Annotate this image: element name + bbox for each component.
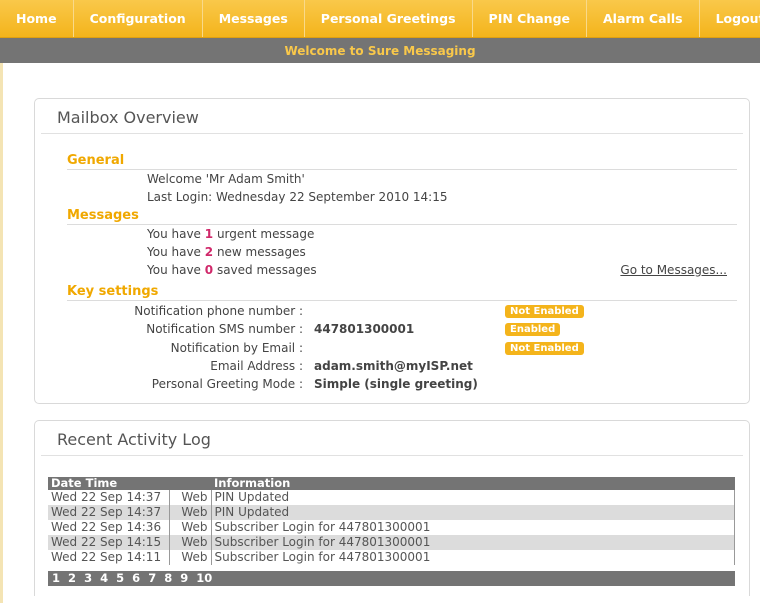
- page-link[interactable]: 8: [160, 571, 172, 585]
- page-link[interactable]: 4: [96, 571, 108, 585]
- new-count: 2: [204, 245, 214, 259]
- column-information: Information: [211, 477, 735, 490]
- ks-label: Notification SMS number :: [146, 322, 303, 336]
- new-messages-line: You have 2 new messages: [147, 245, 306, 259]
- general-heading: General: [67, 153, 737, 170]
- table-row: Wed 22 Sep 14:37 Web PIN Updated: [48, 505, 735, 520]
- new-suffix: new messages: [213, 245, 306, 259]
- page-link[interactable]: 9: [176, 571, 188, 585]
- pagination: 1 2 3 4 5 6 7 8 9 10: [48, 571, 735, 586]
- ks-label: Email Address :: [210, 359, 303, 373]
- row-info: PIN Updated: [211, 505, 735, 520]
- column-date-time: Date Time: [48, 477, 169, 490]
- urgent-messages-line: You have 1 urgent message: [147, 227, 314, 241]
- table-header-row: Date Time Information: [48, 477, 735, 490]
- nav-alarm-calls[interactable]: Alarm Calls: [587, 0, 700, 37]
- ks-label: Notification phone number :: [134, 304, 303, 318]
- nav-personal-greetings[interactable]: Personal Greetings: [305, 0, 473, 37]
- key-setting-row: Notification by Email : Not Enabled: [35, 341, 735, 358]
- key-setting-row: Email Address : adam.smith@myISP.net: [35, 359, 735, 376]
- saved-prefix: You have: [147, 263, 205, 277]
- row-info: PIN Updated: [211, 490, 735, 505]
- top-navigation: Home Configuration Messages Personal Gre…: [0, 0, 760, 38]
- column-source: [169, 477, 211, 490]
- table-row: Wed 22 Sep 14:15 Web Subscriber Login fo…: [48, 535, 735, 550]
- page-link[interactable]: 6: [128, 571, 140, 585]
- status-badge: Not Enabled: [505, 305, 584, 318]
- ks-value: Simple (single greeting): [314, 377, 478, 391]
- row-time: Wed 22 Sep 14:37: [48, 490, 170, 505]
- nav-configuration[interactable]: Configuration: [74, 0, 203, 37]
- ks-value: adam.smith@myISP.net: [314, 359, 473, 373]
- page-link[interactable]: 3: [80, 571, 92, 585]
- nav-pin-change[interactable]: PIN Change: [473, 0, 587, 37]
- ks-label: Notification by Email :: [170, 341, 303, 355]
- row-source: Web: [169, 550, 212, 565]
- row-info: Subscriber Login for 447801300001: [211, 550, 735, 565]
- row-source: Web: [169, 535, 212, 550]
- nav-logout[interactable]: Logout: [700, 0, 760, 37]
- nav-messages[interactable]: Messages: [203, 0, 305, 37]
- key-setting-row: Personal Greeting Mode : Simple (single …: [35, 377, 735, 394]
- table-row: Wed 22 Sep 14:36 Web Subscriber Login fo…: [48, 520, 735, 535]
- row-source: Web: [169, 505, 212, 520]
- table-row: Wed 22 Sep 14:11 Web Subscriber Login fo…: [48, 550, 735, 565]
- activity-log-table: Date Time Information Wed 22 Sep 14:37 W…: [48, 477, 735, 565]
- table-row: Wed 22 Sep 14:37 Web PIN Updated: [48, 490, 735, 505]
- row-source: Web: [169, 490, 212, 505]
- key-settings-heading: Key settings: [67, 284, 737, 301]
- ks-label: Personal Greeting Mode :: [151, 377, 303, 391]
- messages-heading: Messages: [67, 208, 737, 225]
- go-to-messages-link[interactable]: Go to Messages...: [620, 263, 727, 277]
- status-badge: Enabled: [505, 323, 561, 336]
- urgent-count: 1: [204, 227, 214, 241]
- status-badge: Not Enabled: [505, 342, 584, 355]
- page-link[interactable]: 2: [64, 571, 76, 585]
- mailbox-overview-panel: Mailbox Overview General Welcome 'Mr Ada…: [34, 98, 750, 404]
- row-info: Subscriber Login for 447801300001: [211, 520, 735, 535]
- row-source: Web: [169, 520, 212, 535]
- page-link[interactable]: 10: [192, 571, 212, 585]
- welcome-banner: Welcome to Sure Messaging: [0, 38, 760, 63]
- key-setting-row: Notification phone number : Not Enabled: [35, 304, 735, 321]
- page-link[interactable]: 7: [144, 571, 156, 585]
- welcome-text: Welcome 'Mr Adam Smith': [147, 172, 305, 186]
- ks-value: 447801300001: [314, 322, 415, 336]
- row-info: Subscriber Login for 447801300001: [211, 535, 735, 550]
- saved-messages-line: You have 0 saved messages: [147, 263, 317, 277]
- row-time: Wed 22 Sep 14:15: [48, 535, 170, 550]
- main-content: Mailbox Overview General Welcome 'Mr Ada…: [0, 63, 760, 603]
- page-link[interactable]: 5: [112, 571, 124, 585]
- new-prefix: You have: [147, 245, 205, 259]
- row-time: Wed 22 Sep 14:36: [48, 520, 170, 535]
- mailbox-overview-title: Mailbox Overview: [41, 99, 743, 134]
- saved-suffix: saved messages: [213, 263, 317, 277]
- saved-count: 0: [204, 263, 214, 277]
- last-login-text: Last Login: Wednesday 22 September 2010 …: [147, 190, 448, 204]
- recent-activity-title: Recent Activity Log: [41, 421, 743, 456]
- key-setting-row: Notification SMS number : 447801300001 E…: [35, 322, 735, 339]
- nav-home[interactable]: Home: [0, 0, 74, 37]
- urgent-prefix: You have: [147, 227, 205, 241]
- urgent-suffix: urgent message: [213, 227, 315, 241]
- row-time: Wed 22 Sep 14:37: [48, 505, 170, 520]
- recent-activity-panel: Recent Activity Log Date Time Informatio…: [34, 420, 750, 596]
- page-link[interactable]: 1: [48, 571, 60, 585]
- row-time: Wed 22 Sep 14:11: [48, 550, 170, 565]
